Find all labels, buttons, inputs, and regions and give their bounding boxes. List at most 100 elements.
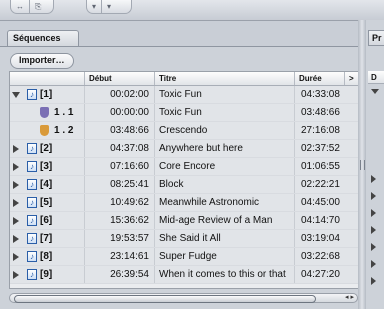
duration-cell: 27:16:08: [294, 122, 359, 139]
chevron-down-icon[interactable]: ▾: [102, 0, 116, 13]
disclosure-icon[interactable]: [13, 145, 19, 153]
sequence-label: [5]: [40, 197, 53, 208]
disclosure-icon[interactable]: [371, 243, 376, 251]
scroll-arrows[interactable]: ◂ ▸: [345, 294, 354, 302]
start-time-cell: 00:02:00: [84, 86, 154, 103]
table-header: Début Titre Durée >: [10, 72, 359, 86]
disclosure-icon[interactable]: [13, 217, 19, 225]
name-cell: ♪ [7]: [10, 230, 84, 247]
column-header-debut[interactable]: Début: [84, 72, 154, 85]
disclosure-icon[interactable]: [13, 163, 19, 171]
sequences-panel: Importer… Début Titre Durée > ♪ [1] 00:02:…: [0, 47, 359, 309]
start-time-cell: 23:14:61: [84, 248, 154, 265]
duration-cell: 04:14:70: [294, 212, 359, 229]
disclosure-icon[interactable]: [371, 277, 376, 285]
start-time-cell: 00:00:00: [84, 104, 154, 121]
subsequence-label: 1 . 2: [54, 125, 74, 136]
start-time-cell: 07:16:60: [84, 158, 154, 175]
arrows-icon[interactable]: ↔: [11, 0, 30, 13]
start-time-cell: 26:39:54: [84, 266, 154, 283]
disclosure-icon[interactable]: [13, 181, 19, 189]
sequence-row[interactable]: ♪ [6] 15:36:62 Mid-age Review of a Man 04:14…: [10, 212, 359, 230]
sequence-row[interactable]: ♪ [2] 04:37:08 Anywhere but here 02:37:52: [10, 140, 359, 158]
disclosure-icon[interactable]: [371, 226, 376, 234]
disclosure-icon[interactable]: [371, 260, 376, 268]
subsequence-label: 1 . 1: [54, 107, 74, 118]
copy-icon[interactable]: ⎘: [30, 0, 46, 13]
disclosure-icon[interactable]: [371, 209, 376, 217]
title-cell: She Said it All: [154, 230, 294, 247]
sequence-row[interactable]: ♪ [8] 23:14:61 Super Fudge 03:22:68: [10, 248, 359, 266]
start-time-cell: 04:37:08: [84, 140, 154, 157]
music-note-icon: ♪: [27, 269, 37, 280]
column-header-titre[interactable]: Titre: [154, 72, 294, 85]
disclosure-icon[interactable]: [13, 253, 19, 261]
name-cell: 1 . 2: [10, 122, 84, 139]
pane-splitter[interactable]: [358, 20, 366, 309]
sequence-label: [7]: [40, 233, 53, 244]
import-button[interactable]: Importer…: [10, 53, 74, 69]
start-time-cell: 10:49:62: [84, 194, 154, 211]
music-note-icon: ♪: [27, 179, 37, 190]
sequence-label: [1]: [40, 89, 53, 100]
start-time-cell: 15:36:62: [84, 212, 154, 229]
start-time-cell: 03:48:66: [84, 122, 154, 139]
duration-cell: 04:45:00: [294, 194, 359, 211]
sequence-label: [6]: [40, 215, 53, 226]
tab-sequences[interactable]: Séquences: [7, 30, 79, 46]
sequence-row[interactable]: ♪ [5] 10:49:62 Meanwhile Astronomic 04:45:00: [10, 194, 359, 212]
title-cell: Toxic Fun: [154, 86, 294, 103]
sequence-label: [9]: [40, 269, 53, 280]
shield-icon: [40, 107, 49, 118]
horizontal-scrollbar[interactable]: ◂ ▸: [9, 293, 358, 303]
right-column-header: D: [368, 71, 384, 84]
duration-cell: 03:48:66: [294, 104, 359, 121]
chevron-down-icon[interactable]: ▾: [87, 0, 103, 13]
disclosure-icon[interactable]: [13, 235, 19, 243]
column-more-button[interactable]: >: [344, 72, 359, 85]
duration-cell: 02:22:21: [294, 176, 359, 193]
name-cell: ♪ [3]: [10, 158, 84, 175]
right-pane: Pr D: [366, 20, 384, 309]
tab-right[interactable]: Pr: [368, 30, 384, 46]
top-toolbar: ↔ ⎘ ▾ ▾: [0, 0, 384, 21]
music-note-icon: ♪: [27, 143, 37, 154]
disclosure-open-icon[interactable]: [371, 89, 379, 94]
music-note-icon: ♪: [27, 161, 37, 172]
title-cell: Anywhere but here: [154, 140, 294, 157]
title-cell: Meanwhile Astronomic: [154, 194, 294, 211]
disclosure-icon[interactable]: [13, 271, 19, 279]
duration-cell: 01:06:55: [294, 158, 359, 175]
duration-cell: 04:27:20: [294, 266, 359, 283]
sequence-row[interactable]: ♪ [1] 00:02:00 Toxic Fun 04:33:08: [10, 86, 359, 104]
name-cell: ♪ [2]: [10, 140, 84, 157]
sequence-row[interactable]: ♪ [7] 19:53:57 She Said it All 03:19:04: [10, 230, 359, 248]
disclosure-icon[interactable]: [13, 199, 19, 207]
name-cell: ♪ [4]: [10, 176, 84, 193]
sequences-table: Début Titre Durée > ♪ [1] 00:02:00 Toxic Fu…: [9, 71, 359, 289]
title-cell: Toxic Fun: [154, 104, 294, 121]
subsequence-row[interactable]: 1 . 1 00:00:00 Toxic Fun 03:48:66: [10, 104, 359, 122]
duration-cell: 03:22:68: [294, 248, 359, 265]
music-note-icon: ♪: [27, 215, 37, 226]
toolbar-group-left: ↔ ⎘: [10, 0, 54, 14]
name-cell: ♪ [9]: [10, 266, 84, 283]
subsequence-row[interactable]: 1 . 2 03:48:66 Crescendo 27:16:08: [10, 122, 359, 140]
scroll-thumb[interactable]: [14, 295, 316, 303]
name-cell: ♪ [1]: [10, 86, 84, 103]
sequence-label: [8]: [40, 251, 53, 262]
title-cell: Crescendo: [154, 122, 294, 139]
sequence-row[interactable]: ♪ [3] 07:16:60 Core Encore 01:06:55: [10, 158, 359, 176]
disclosure-open-icon[interactable]: [12, 92, 20, 98]
column-header-duree[interactable]: Durée: [294, 72, 344, 85]
sequence-row[interactable]: ♪ [4] 08:25:41 Block 02:22:21: [10, 176, 359, 194]
sequence-row[interactable]: ♪ [9] 26:39:54 When it comes to this or tha…: [10, 266, 359, 284]
name-cell: ♪ [6]: [10, 212, 84, 229]
disclosure-icon[interactable]: [371, 175, 376, 183]
disclosure-icon[interactable]: [371, 192, 376, 200]
music-note-icon: ♪: [27, 251, 37, 262]
duration-cell: 04:33:08: [294, 86, 359, 103]
name-cell: ♪ [5]: [10, 194, 84, 211]
splitter-grip-icon: [360, 160, 365, 170]
title-cell: When it comes to this or that: [154, 266, 294, 283]
